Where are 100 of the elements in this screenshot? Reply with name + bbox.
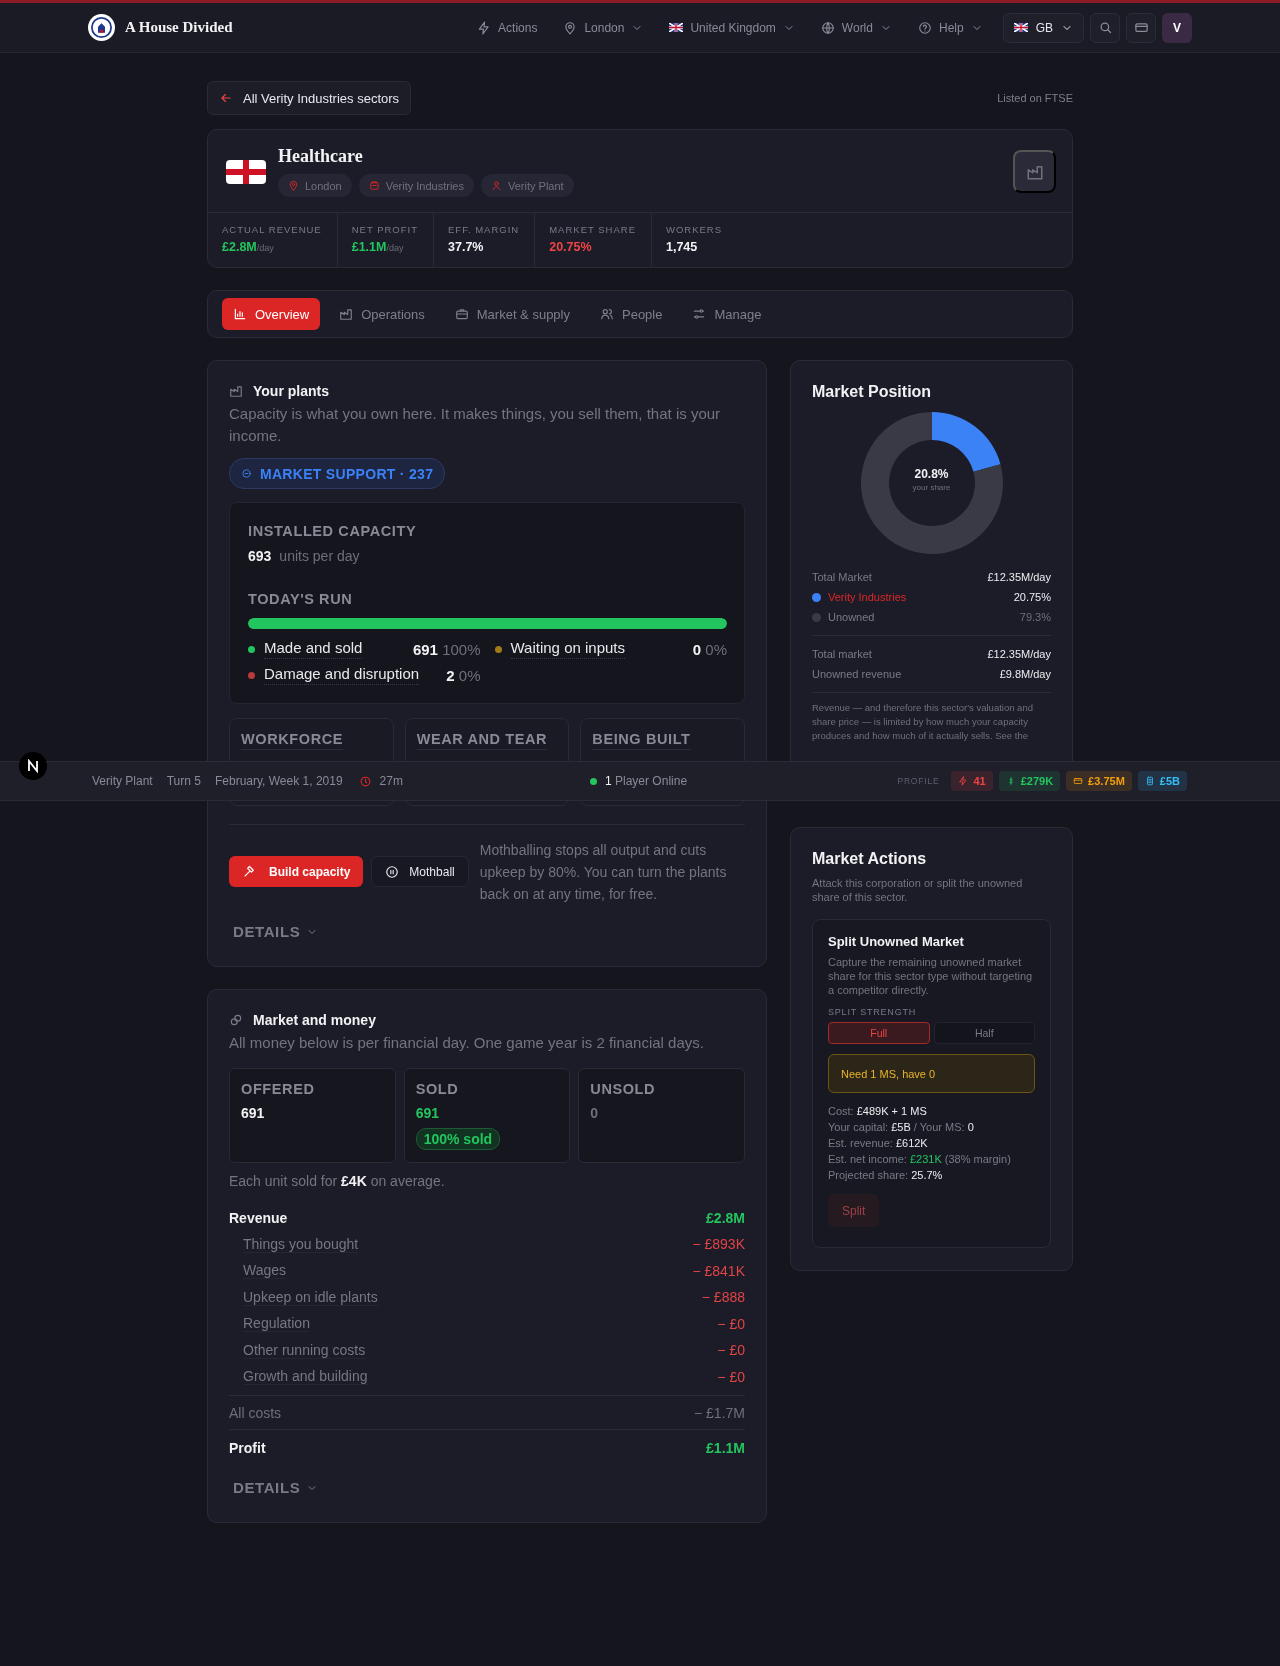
- region-selector[interactable]: GB: [1002, 12, 1084, 43]
- resource-chip[interactable]: £3.75M: [1066, 771, 1132, 791]
- tab[interactable]: Operations: [328, 298, 436, 330]
- row-label: Wages: [243, 1262, 287, 1280]
- tab[interactable]: Market & supply: [443, 298, 581, 330]
- tile-value: 691: [241, 1105, 266, 1121]
- stat-label: WORKERS: [666, 224, 723, 235]
- resource-chip[interactable]: 41: [951, 771, 993, 791]
- search-button[interactable]: [1090, 12, 1120, 43]
- card-title: WORKFORCE: [241, 731, 344, 750]
- card-icon: [1133, 20, 1149, 35]
- market-support-badge: MARKET SUPPORT · 237: [229, 458, 446, 489]
- run-label: Made and sold: [264, 639, 363, 659]
- resource-chip[interactable]: £279K: [998, 771, 1061, 791]
- document-icon: [1144, 776, 1155, 786]
- location-pin-icon: [288, 180, 299, 191]
- row-label: Unowned revenue: [812, 668, 902, 680]
- run-label: Damage and disruption: [264, 665, 420, 685]
- avatar[interactable]: V: [1162, 12, 1192, 43]
- nav-item[interactable]: United Kingdom: [669, 20, 795, 35]
- row-value: − £1.7M: [694, 1404, 745, 1421]
- panel-description: All money below is per financial day. One game year is 2 financial days.: [229, 1033, 705, 1053]
- flag-icon: [669, 23, 684, 32]
- panel-title: Market Actions: [812, 850, 928, 868]
- wallet-button[interactable]: [1126, 12, 1156, 43]
- turn-label: Turn 5: [166, 774, 201, 788]
- people-icon: [600, 307, 614, 321]
- row-value: £12.35M/day: [987, 571, 1051, 583]
- factory-button[interactable]: [1013, 150, 1056, 193]
- run-value: 2 0%: [446, 666, 481, 684]
- row-label: Total Market: [812, 571, 872, 583]
- row-value: − £0: [717, 1342, 745, 1359]
- mothball-note: Mothballing stops all output and cuts upkeep by 80%. You can turn the plants back on at any time, for free.: [479, 841, 728, 904]
- build-button[interactable]: Build capacity: [229, 856, 364, 887]
- row-value: − £893K: [692, 1236, 745, 1253]
- panel-title: Your plants: [253, 383, 329, 399]
- brand-name[interactable]: A House Divided: [125, 19, 233, 36]
- legend-label: Verity Industries: [828, 591, 907, 603]
- detail-line: Est. revenue: £612K: [828, 1137, 929, 1149]
- tab[interactable]: Overview: [222, 298, 321, 330]
- share-value: 20.8%: [913, 467, 950, 481]
- average-price-text: Each unit sold for £4K on average.: [229, 1173, 446, 1189]
- warning-message: Need 1 MS, have 0: [828, 1054, 1035, 1093]
- briefcase-icon: [454, 307, 469, 321]
- row-value: − £0: [717, 1315, 745, 1332]
- panel-title: Market Position: [812, 383, 933, 401]
- tab[interactable]: Manage: [681, 298, 773, 330]
- stat-value: £2.8M/day: [222, 240, 275, 254]
- stat-label: EFF. MARGIN: [448, 224, 520, 235]
- arrow-left-icon: [219, 91, 233, 105]
- row-label: Revenue: [229, 1210, 288, 1226]
- legend-value: 79.3%: [1019, 611, 1051, 623]
- stat-label: ACTUAL REVENUE: [222, 224, 322, 235]
- strength-option[interactable]: Full: [828, 1022, 930, 1044]
- nav-item[interactable]: Help: [917, 20, 983, 35]
- sliders-icon: [692, 307, 707, 321]
- tile-label: UNSOLD: [590, 1081, 657, 1097]
- coins-icon: [229, 1013, 243, 1027]
- bar-chart-icon: [233, 307, 247, 321]
- stat-value: 1,745: [666, 240, 699, 254]
- row-label: All costs: [229, 1404, 282, 1421]
- row-value: − £888: [701, 1289, 745, 1306]
- nav-item[interactable]: Actions: [477, 20, 538, 35]
- n-logo-icon[interactable]: [19, 752, 47, 780]
- strength-label: SPLIT STRENGTH: [828, 1007, 918, 1017]
- details-toggle[interactable]: DETAILS: [229, 919, 323, 944]
- back-button[interactable]: All Verity Industries sectors: [207, 81, 412, 115]
- tag[interactable]: London: [278, 174, 352, 197]
- tile-value: 0: [590, 1105, 600, 1121]
- resource-chip[interactable]: £5B: [1137, 771, 1187, 791]
- run-value: 0 0%: [692, 640, 727, 658]
- sold-badge: 100% sold: [415, 1128, 501, 1150]
- details-toggle[interactable]: DETAILS: [229, 1475, 323, 1500]
- row-label: Regulation: [243, 1315, 310, 1333]
- tile-value: 691: [415, 1105, 440, 1121]
- detail-line: Your capital: £5B / Your MS: 0: [828, 1121, 975, 1133]
- tag[interactable]: Verity Industries: [358, 174, 474, 197]
- card-title: BEING BUILT: [592, 731, 691, 750]
- tile-label: OFFERED: [241, 1081, 316, 1097]
- tab[interactable]: People: [589, 298, 674, 330]
- person-icon: [491, 180, 502, 191]
- factory-icon: [229, 384, 243, 398]
- row-value: £1.1M: [706, 1440, 745, 1456]
- section-label: TODAY'S RUN: [248, 591, 354, 607]
- lightning-icon: [477, 20, 492, 35]
- card-description: Capture the remaining unowned market share for this sector type without targeting a competitor directly.: [828, 955, 1034, 997]
- nav-item[interactable]: London: [563, 20, 644, 35]
- lightning-icon: [958, 776, 969, 786]
- mothball-button[interactable]: Mothball: [371, 856, 469, 887]
- stat-label: MARKET SHARE: [549, 224, 636, 235]
- logo-icon[interactable]: [88, 14, 115, 41]
- panel-title: Market and money: [253, 1012, 376, 1028]
- nav-item[interactable]: World: [820, 20, 892, 35]
- row-value: £2.8M: [706, 1210, 745, 1226]
- tag[interactable]: Verity Plant: [481, 174, 574, 197]
- strength-option[interactable]: Half: [933, 1022, 1035, 1044]
- flag-icon: [1013, 23, 1028, 32]
- location-pin-icon: [563, 20, 578, 35]
- england-flag-icon: [226, 159, 266, 184]
- row-label: Profit: [229, 1440, 266, 1456]
